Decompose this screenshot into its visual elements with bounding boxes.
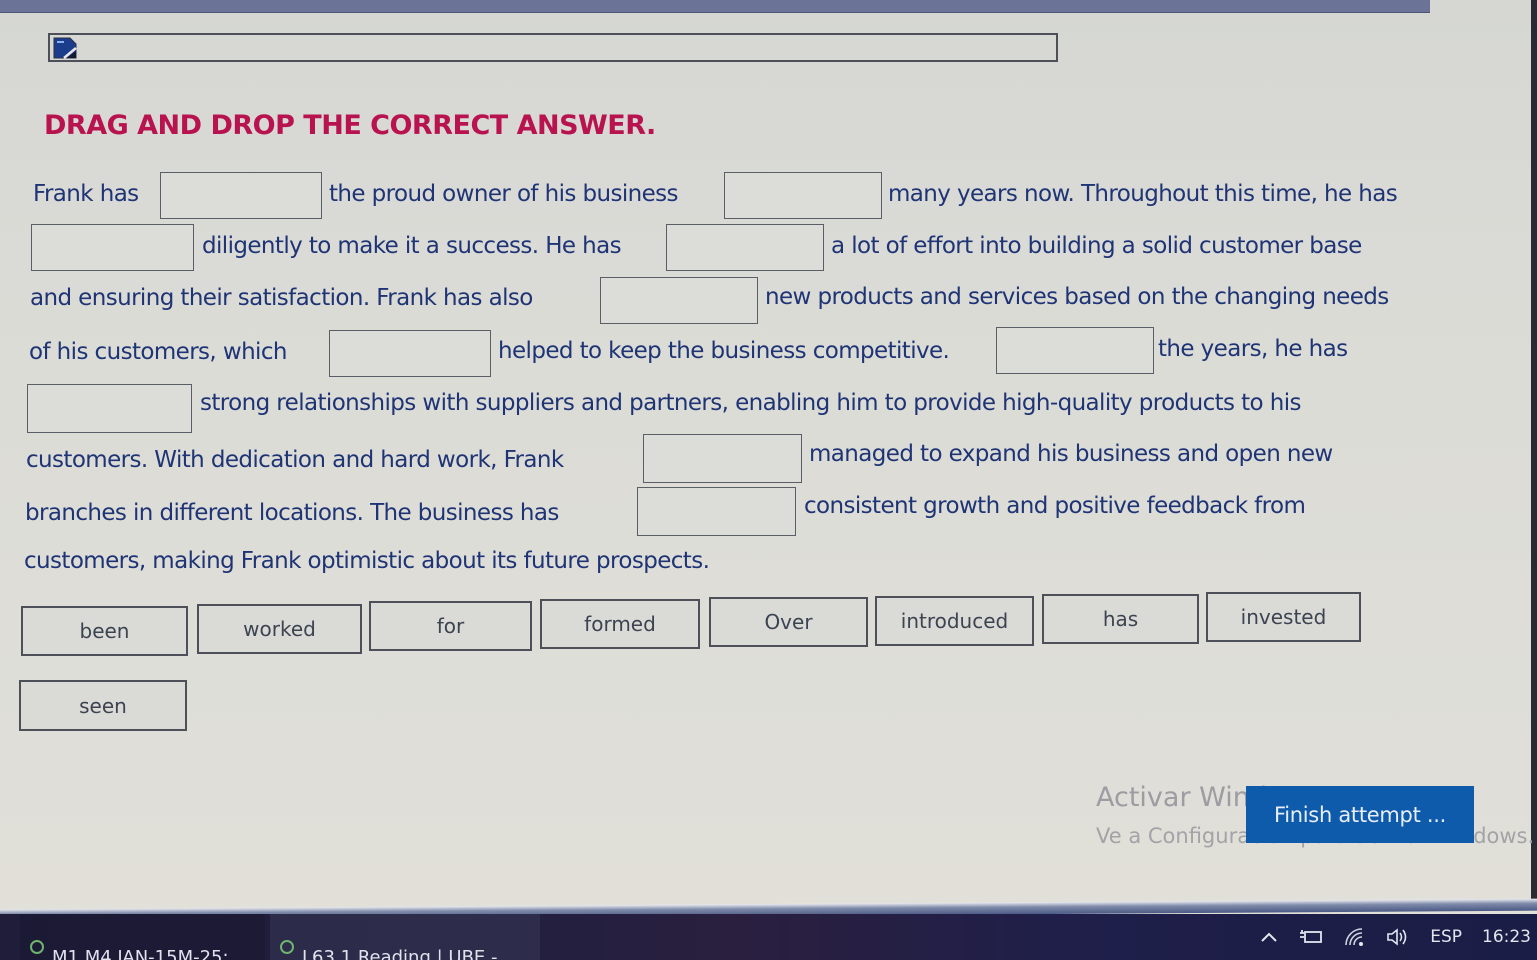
drop-slot-6[interactable]: [329, 330, 491, 377]
drop-slot-7[interactable]: [996, 327, 1154, 374]
passage-text: strong relationships with suppliers and …: [200, 390, 1301, 416]
drop-slot-9[interactable]: [643, 434, 802, 483]
passage-text: of his customers, which: [29, 339, 287, 365]
battery-charging-icon[interactable]: [1298, 928, 1324, 946]
option-chip-been[interactable]: been: [21, 606, 188, 656]
wifi-icon[interactable]: [1344, 927, 1366, 947]
drop-slot-10[interactable]: [637, 487, 796, 536]
option-chip-worked[interactable]: worked: [197, 604, 362, 654]
passage-text: Frank has: [33, 181, 139, 207]
top-bar: [0, 0, 1430, 13]
finish-attempt-button[interactable]: Finish attempt ...: [1246, 786, 1474, 843]
passage-text: customers. With dedication and hard work…: [26, 447, 564, 473]
option-chip-for[interactable]: for: [369, 601, 532, 651]
option-chip-formed[interactable]: formed: [540, 599, 700, 649]
screen: DRAG AND DROP THE CORRECT ANSWER. Frank …: [0, 0, 1537, 960]
volume-icon[interactable]: [1386, 927, 1410, 947]
passage-text: helped to keep the business competitive.: [498, 338, 950, 364]
taskbar-item-2[interactable]: L63.1 Reading | UBE -...: [270, 914, 540, 960]
system-tray: ESP 16:23: [1250, 914, 1537, 960]
option-chip-has[interactable]: has: [1042, 594, 1199, 644]
option-chip-introduced[interactable]: introduced: [875, 596, 1034, 646]
drop-slot-4[interactable]: [666, 224, 824, 271]
passage-text: the proud owner of his business: [329, 181, 679, 207]
language-indicator[interactable]: ESP: [1430, 927, 1462, 947]
passage-text: many years now. Throughout this time, he…: [888, 181, 1398, 207]
passage-text: customers, making Frank optimistic about…: [24, 548, 710, 574]
drop-slot-3[interactable]: [31, 224, 194, 271]
browser-tab-icon: [280, 940, 294, 954]
drop-slot-1[interactable]: [160, 172, 322, 219]
taskbar-item-1[interactable]: M1 M4 JAN-15M-25:: [20, 914, 265, 960]
taskbar-item-label: M1 M4 JAN-15M-25:: [52, 947, 229, 960]
passage-text: branches in different locations. The bus…: [25, 500, 559, 526]
passage-text: managed to expand his business and open …: [809, 441, 1333, 467]
screen-edge: [1531, 0, 1537, 900]
passage-text: diligently to make it a success. He has: [202, 233, 622, 259]
clock[interactable]: 16:23: [1482, 927, 1531, 947]
drop-slot-5[interactable]: [600, 277, 758, 324]
taskbar-item-label: L63.1 Reading | UBE -...: [302, 947, 515, 960]
broken-image-icon: [53, 37, 77, 59]
taskbar: M1 M4 JAN-15M-25: L63.1 Reading | UBE -.…: [0, 914, 1537, 960]
passage-text: consistent growth and positive feedback …: [804, 493, 1306, 519]
option-chip-over[interactable]: Over: [709, 597, 868, 647]
show-hidden-icons-chevron[interactable]: [1260, 931, 1278, 943]
option-chip-invested[interactable]: invested: [1206, 592, 1361, 642]
passage-text: and ensuring their satisfaction. Frank h…: [30, 285, 533, 311]
image-placeholder: [48, 33, 1058, 62]
passage-text: the years, he has: [1158, 336, 1348, 362]
browser-tab-icon: [30, 940, 44, 954]
drop-slot-8[interactable]: [27, 384, 192, 433]
passage-text: a lot of effort into building a solid cu…: [831, 233, 1362, 259]
passage-text: new products and services based on the c…: [765, 284, 1389, 310]
option-chip-seen[interactable]: seen: [19, 680, 187, 731]
page-heading: DRAG AND DROP THE CORRECT ANSWER.: [44, 110, 656, 141]
drop-slot-2[interactable]: [724, 172, 882, 219]
